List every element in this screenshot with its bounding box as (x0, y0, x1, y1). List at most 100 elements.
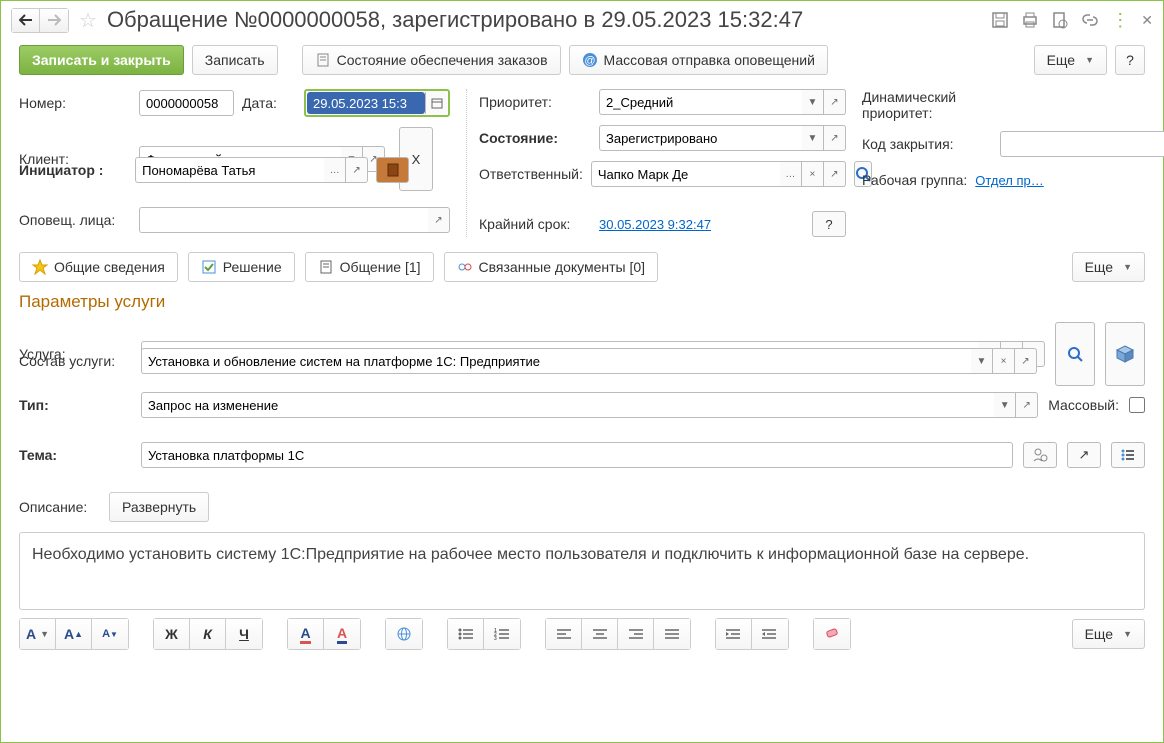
tabs-more-button[interactable]: Еще ▼ (1072, 252, 1145, 282)
rt-more-label: Еще (1085, 626, 1114, 642)
rt-more-button[interactable]: Еще ▼ (1072, 619, 1145, 649)
rt-align-left-button[interactable] (546, 619, 582, 649)
number-input[interactable] (139, 90, 234, 116)
supply-state-label: Состояние обеспечения заказов (337, 52, 548, 68)
date-input[interactable] (307, 92, 425, 114)
type-dropdown-button[interactable]: ▼ (994, 392, 1016, 418)
supply-state-button[interactable]: Состояние обеспечения заказов (302, 45, 561, 75)
initiator-open-button[interactable]: ↗ (346, 157, 368, 183)
state-open-button[interactable]: ↗ (824, 125, 846, 151)
tab-general[interactable]: Общие сведения (19, 252, 178, 282)
chevron-down-icon: ▼ (1123, 262, 1132, 272)
rt-font-button[interactable]: A▼ (20, 619, 56, 649)
subject-label: Тема: (19, 447, 131, 463)
rt-outdent-button[interactable] (752, 619, 788, 649)
rt-hyperlink-button[interactable] (386, 619, 422, 649)
favorite-star-icon[interactable]: ☆ (79, 8, 97, 33)
close-icon[interactable]: ✕ (1141, 12, 1153, 29)
tab-solution[interactable]: Решение (188, 252, 295, 282)
rt-font-increase-button[interactable]: A▲ (56, 619, 92, 649)
composition-open-button[interactable]: ↗ (1015, 348, 1037, 374)
responsible-input[interactable] (591, 161, 780, 187)
rt-bullet-list-button[interactable] (448, 619, 484, 649)
deadline-help-button[interactable]: ? (812, 211, 846, 237)
description-label: Описание: (19, 499, 99, 515)
priority-open-button[interactable]: ↗ (824, 89, 846, 115)
composition-input[interactable] (141, 348, 971, 374)
report-icon[interactable] (1051, 11, 1069, 29)
rt-align-right-button[interactable] (618, 619, 654, 649)
calendar-icon[interactable] (425, 92, 447, 114)
state-dropdown-button[interactable]: ▼ (802, 125, 824, 151)
save-icon[interactable] (991, 11, 1009, 29)
priority-input[interactable] (599, 89, 802, 115)
save-and-close-button[interactable]: Записать и закрыть (19, 45, 184, 75)
nav-back-button[interactable] (12, 9, 40, 32)
rt-align-center-button[interactable] (582, 619, 618, 649)
expand-button[interactable]: Развернуть (109, 492, 209, 522)
close-code-input[interactable] (1000, 131, 1164, 157)
deadline-link[interactable]: 30.05.2023 9:32:47 (599, 217, 711, 232)
link-icon[interactable] (1081, 11, 1099, 29)
more-menu-icon[interactable]: ⋮ (1111, 10, 1129, 31)
description-text[interactable]: Необходимо установить систему 1С:Предпри… (19, 532, 1145, 610)
notify-persons-input[interactable] (139, 207, 428, 233)
initiator-label: Инициатор : (19, 162, 127, 178)
responsible-clear-button[interactable]: × (802, 161, 824, 187)
type-input[interactable] (141, 392, 994, 418)
checklist-icon (201, 259, 217, 275)
toolbar-more-label: Еще (1047, 52, 1076, 68)
rt-indent-button[interactable] (716, 619, 752, 649)
initiator-more-button[interactable]: … (324, 157, 346, 183)
priority-label: Приоритет: (479, 94, 591, 110)
numbered-icon: 123 (494, 627, 510, 641)
composition-clear-button[interactable]: × (993, 348, 1015, 374)
notify-open-button[interactable]: ↗ (428, 207, 450, 233)
rt-color-button[interactable]: A (324, 619, 360, 649)
rt-italic-button[interactable]: К (190, 619, 226, 649)
nav-forward-button[interactable] (40, 9, 68, 32)
mail-icon: @ (582, 52, 598, 68)
initiator-input[interactable] (135, 157, 324, 183)
save-button[interactable]: Записать (192, 45, 278, 75)
page-title: Обращение №0000000058, зарегистрировано … (107, 7, 985, 33)
rt-align-justify-button[interactable] (654, 619, 690, 649)
rt-underline-button[interactable]: Ч (226, 619, 262, 649)
subject-input[interactable] (141, 442, 1013, 468)
mass-notify-button[interactable]: @ Массовая отправка оповещений (569, 45, 828, 75)
rt-font-decrease-button[interactable]: A▼ (92, 619, 128, 649)
mass-label: Массовый: (1048, 397, 1119, 413)
state-input[interactable] (599, 125, 802, 151)
svg-text:@: @ (584, 55, 595, 67)
priority-dropdown-button[interactable]: ▼ (802, 89, 824, 115)
type-label: Тип: (19, 397, 131, 413)
toolbar-more-button[interactable]: Еще ▼ (1034, 45, 1107, 75)
mass-checkbox[interactable] (1129, 397, 1145, 413)
print-icon[interactable] (1021, 11, 1039, 29)
rt-number-list-button[interactable]: 123 (484, 619, 520, 649)
responsible-more-button[interactable]: … (780, 161, 802, 187)
tab-communication[interactable]: Общение [1] (305, 252, 434, 282)
tab-communication-label: Общение [1] (340, 259, 421, 275)
type-open-button[interactable]: ↗ (1016, 392, 1038, 418)
rt-eraser-button[interactable] (814, 619, 850, 649)
workgroup-link[interactable]: Отдел пр… (975, 173, 1164, 188)
workgroup-label: Рабочая группа: (862, 172, 967, 188)
subject-user-button[interactable] (1023, 442, 1057, 468)
list-icon (1120, 447, 1136, 463)
subject-open-button[interactable]: ↗ (1067, 442, 1101, 468)
composition-dropdown-button[interactable]: ▼ (971, 348, 993, 374)
rt-highlight-button[interactable]: A (288, 619, 324, 649)
chevron-down-icon: ▼ (1123, 629, 1132, 639)
help-button[interactable]: ? (1115, 45, 1145, 75)
subject-list-button[interactable] (1111, 442, 1145, 468)
address-book-button[interactable] (376, 157, 409, 183)
tab-solution-label: Решение (223, 259, 282, 275)
responsible-open-button[interactable]: ↗ (824, 161, 846, 187)
star-icon (32, 259, 48, 275)
notify-persons-label: Оповещ. лица: (19, 212, 131, 228)
deadline-label: Крайний срок: (479, 216, 591, 232)
document-icon (315, 52, 331, 68)
rt-bold-button[interactable]: Ж (154, 619, 190, 649)
tab-linked-docs[interactable]: Связанные документы [0] (444, 252, 659, 282)
